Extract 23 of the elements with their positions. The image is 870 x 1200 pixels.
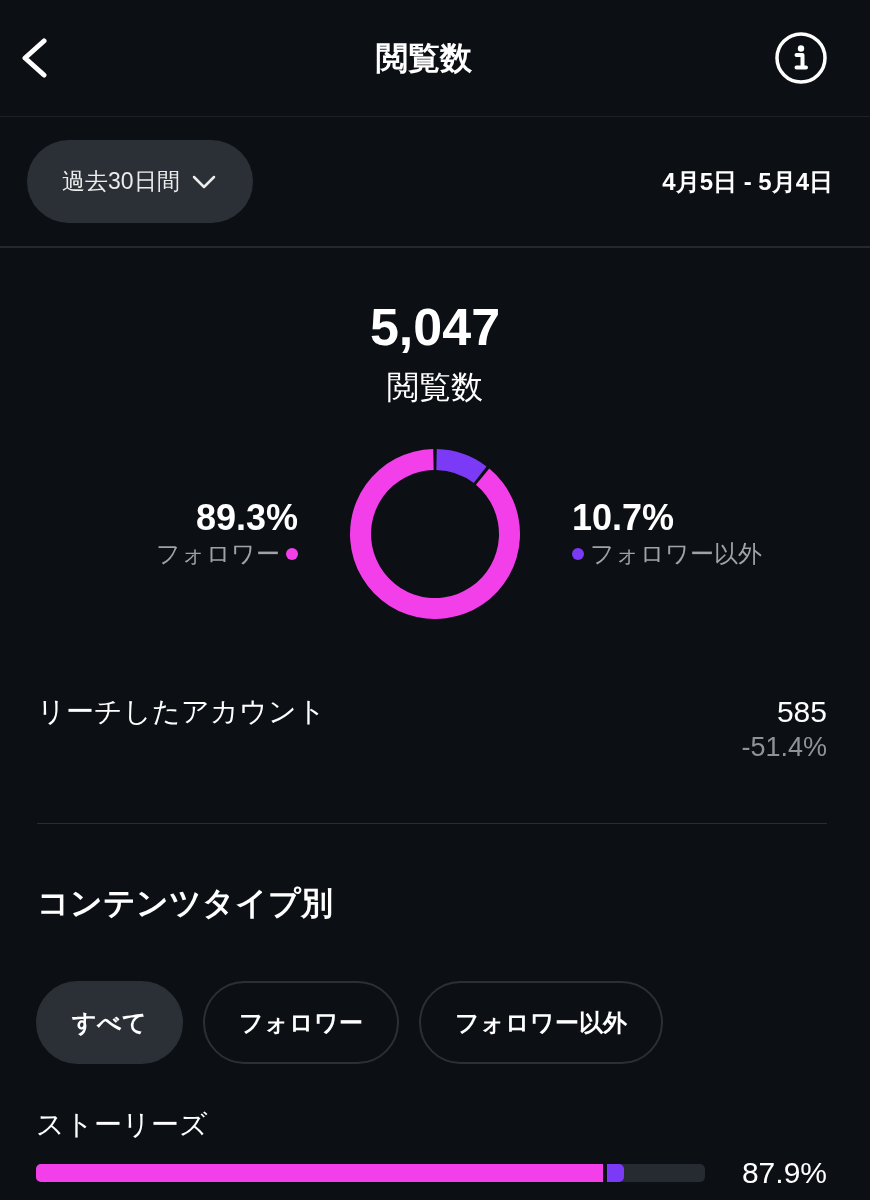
total-views-value: 5,047 — [369, 297, 501, 357]
reach-value: 585 — [776, 694, 827, 730]
reach-label: リーチしたアカウント — [37, 695, 326, 729]
legend-label: フォロワー以外 — [590, 539, 762, 569]
date-range: 4月5日 - 5月4日 — [662, 166, 833, 197]
reach-change: -51.4% — [741, 731, 827, 764]
section-title: コンテンツタイプ別 — [37, 884, 333, 923]
back-button[interactable] — [20, 38, 48, 78]
info-button[interactable] — [775, 32, 827, 84]
legend-percentage: 89.3% — [195, 498, 298, 538]
views-label: 閲覧数 — [387, 368, 483, 407]
content-type-percentage: 87.9% — [741, 1155, 827, 1191]
legend-label: フォロワー — [156, 539, 280, 569]
period-dropdown[interactable]: 過去30日間 — [27, 140, 253, 223]
legend-percentage: 10.7% — [572, 498, 675, 538]
filter-chip[interactable]: フォロワー — [203, 981, 399, 1064]
chevron-left-icon — [20, 38, 48, 78]
chevron-down-icon — [191, 174, 216, 189]
info-icon — [775, 32, 827, 84]
filter-chip[interactable]: フォロワー以外 — [419, 981, 663, 1064]
filter-chip[interactable]: すべて — [36, 981, 183, 1064]
content-type-label: ストーリーズ — [36, 1108, 208, 1142]
screen-title: 閲覧数 — [375, 39, 472, 78]
